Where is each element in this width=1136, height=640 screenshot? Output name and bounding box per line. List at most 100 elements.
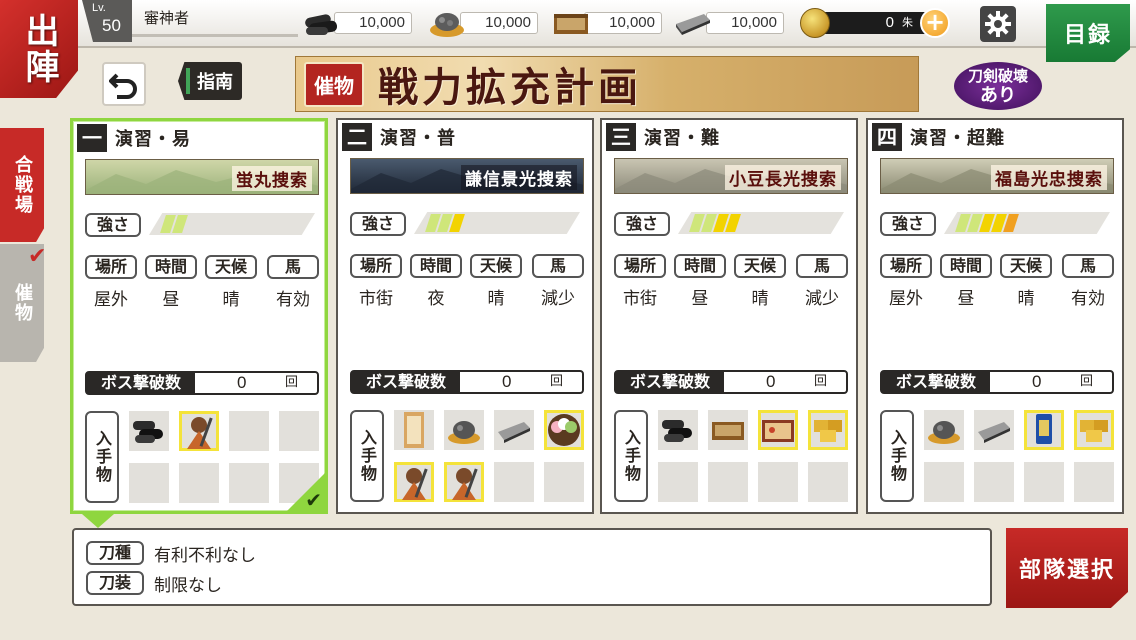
loot-slot[interactable] — [808, 410, 848, 450]
event-banner[interactable]: 催物 戦力拡充計画 — [295, 56, 919, 112]
loot-slot[interactable] — [129, 463, 169, 503]
tab-battlefield[interactable]: 合戦場 — [0, 128, 44, 242]
condition-horse-value: 有効 — [276, 290, 310, 310]
tamahagane-icon — [928, 421, 960, 444]
loot-slot[interactable] — [974, 410, 1014, 450]
loot-slot[interactable] — [658, 410, 698, 450]
loot-slot[interactable] — [758, 462, 798, 502]
boss-kill-value: 0 — [502, 372, 512, 391]
boss-kill-counter: ボス撃破数 0 回 — [350, 370, 584, 394]
loot-slot[interactable] — [129, 411, 169, 451]
stage-card-4[interactable]: 四演習・超難 福島光忠捜索 強さ 場所 屋外 時間昼 天候晴 馬有効 ボス撃破数 0 回入手物 — [866, 118, 1124, 514]
loot-label-text: 入手物 — [93, 430, 112, 484]
tab-battlefield-label: 合戦場 — [12, 155, 33, 215]
loot-slot[interactable] — [444, 410, 484, 450]
loot-slot[interactable] — [179, 463, 219, 503]
sword-break-badge: 刀剣破壊 あり — [954, 62, 1042, 110]
koban-bar: 0 朱 — [820, 12, 930, 34]
resource-whetstone: 10,000 — [674, 8, 784, 38]
boss-kill-label: ボス撃破数 — [882, 372, 990, 392]
boss-kill-counter: ボス撃破数 0 回 — [614, 370, 848, 394]
stage-mission: 蛍丸捜索 — [232, 166, 312, 191]
condition-weather-label: 天候 — [1000, 254, 1052, 278]
restrictions-panel: 刀種 有利不利なし 刀装 制限なし — [72, 528, 992, 606]
whetstone-icon — [978, 422, 1010, 443]
party-select-button[interactable]: 部隊選択 — [1006, 528, 1128, 608]
level-value: 50 — [102, 16, 121, 35]
loot-slot[interactable] — [229, 411, 269, 451]
loot-slot[interactable] — [808, 462, 848, 502]
loot-slot[interactable] — [394, 462, 434, 502]
exp-bar — [132, 34, 298, 37]
strength-meter — [944, 212, 1110, 234]
loot-slot[interactable] — [1074, 410, 1114, 450]
stage-title: 演習・超難 — [910, 128, 1005, 149]
buy-koban-button[interactable]: + — [920, 8, 950, 38]
stage-title: 演習・難 — [644, 128, 720, 149]
guide-button[interactable]: 指南 — [178, 62, 242, 100]
loot-slot[interactable] — [494, 462, 534, 502]
stage-mission: 小豆長光捜索 — [725, 165, 841, 190]
loot-slot[interactable] — [544, 410, 584, 450]
loot-slot[interactable] — [229, 463, 269, 503]
amulet-icon — [1036, 414, 1052, 444]
stage-title: 演習・易 — [115, 129, 191, 150]
condition-weather-label: 天候 — [734, 254, 786, 278]
charcoal-icon — [662, 420, 692, 442]
koban-unit: 朱 — [902, 17, 913, 29]
back-button[interactable] — [102, 62, 146, 106]
stage-header: 一演習・易 — [73, 121, 325, 155]
condition-time-value: 昼 — [691, 289, 709, 309]
loot-slot[interactable] — [394, 410, 434, 450]
loot-slot[interactable] — [974, 462, 1014, 502]
guide-scroll-icon — [404, 412, 424, 448]
strength-meter — [678, 212, 844, 234]
condition-time-value: 昼 — [162, 290, 180, 310]
charcoal-icon — [133, 421, 163, 443]
condition-horse-value: 有効 — [1071, 289, 1105, 309]
condition-place-label: 場所 — [85, 255, 137, 279]
loot-slot[interactable] — [544, 462, 584, 502]
condition-weather-label: 天候 — [205, 255, 257, 279]
condition-place-value: 市街 — [623, 289, 657, 309]
loot-slot[interactable] — [658, 462, 698, 502]
stage-banner: 福島光忠捜索 — [880, 158, 1114, 194]
stage-card-1[interactable]: 一演習・易 蛍丸捜索 強さ 場所 屋外 時間昼 天候晴 馬有効 ボス撃破数 0 回入手物 ✔ — [70, 118, 328, 514]
stage-title: 演習・普 — [380, 128, 456, 149]
condition-horse-label: 馬 — [267, 255, 319, 279]
loot-slot[interactable] — [924, 462, 964, 502]
bento-icon — [762, 420, 794, 442]
loot-slot[interactable] — [1024, 410, 1064, 450]
loot-slot[interactable] — [444, 462, 484, 502]
whetstone-icon — [498, 422, 530, 443]
boss-kill-label: ボス撃破数 — [87, 373, 195, 393]
boss-kill-unit: 回 — [1080, 374, 1094, 389]
loot-slot[interactable] — [924, 410, 964, 450]
level-label: Lv. — [92, 2, 106, 14]
loot-slot[interactable] — [179, 411, 219, 451]
loot-slot[interactable] — [708, 410, 748, 450]
condition-time-label: 時間 — [410, 254, 462, 278]
strength-label: 強さ — [85, 213, 141, 237]
loot-slot[interactable] — [494, 410, 534, 450]
coolant-value: 10,000 — [584, 12, 662, 34]
loot-slot[interactable] — [1074, 462, 1114, 502]
loot-slot[interactable] — [758, 410, 798, 450]
stage-card-3[interactable]: 三演習・難 小豆長光捜索 強さ 場所 市街 時間昼 天候晴 馬減少 ボス撃破数 0 回入手物 — [600, 118, 858, 514]
settings-button[interactable] — [980, 6, 1016, 42]
condition-place-value: 屋外 — [889, 289, 923, 309]
sword-type-label: 刀種 — [86, 541, 144, 565]
equipment-row: 刀装 制限なし — [86, 570, 222, 596]
stage-card-2[interactable]: 二演習・普 謙信景光捜索 強さ 場所 市街 時間夜 天候晴 馬減少 ボス撃破数 0 回入手物 — [336, 118, 594, 514]
stage-banner: 蛍丸捜索 — [85, 159, 319, 195]
loot-label: 入手物 — [350, 410, 384, 502]
loot-slot[interactable] — [279, 411, 319, 451]
tamahagane-icon — [448, 421, 480, 444]
catalog-button[interactable]: 目録 — [1046, 4, 1130, 62]
strength-label: 強さ — [350, 212, 406, 236]
sword-boy-icon — [187, 417, 213, 449]
loot-label-text: 入手物 — [888, 429, 907, 483]
loot-slot[interactable] — [1024, 462, 1064, 502]
loot-slot[interactable] — [708, 462, 748, 502]
stage-number: 四 — [872, 123, 902, 151]
